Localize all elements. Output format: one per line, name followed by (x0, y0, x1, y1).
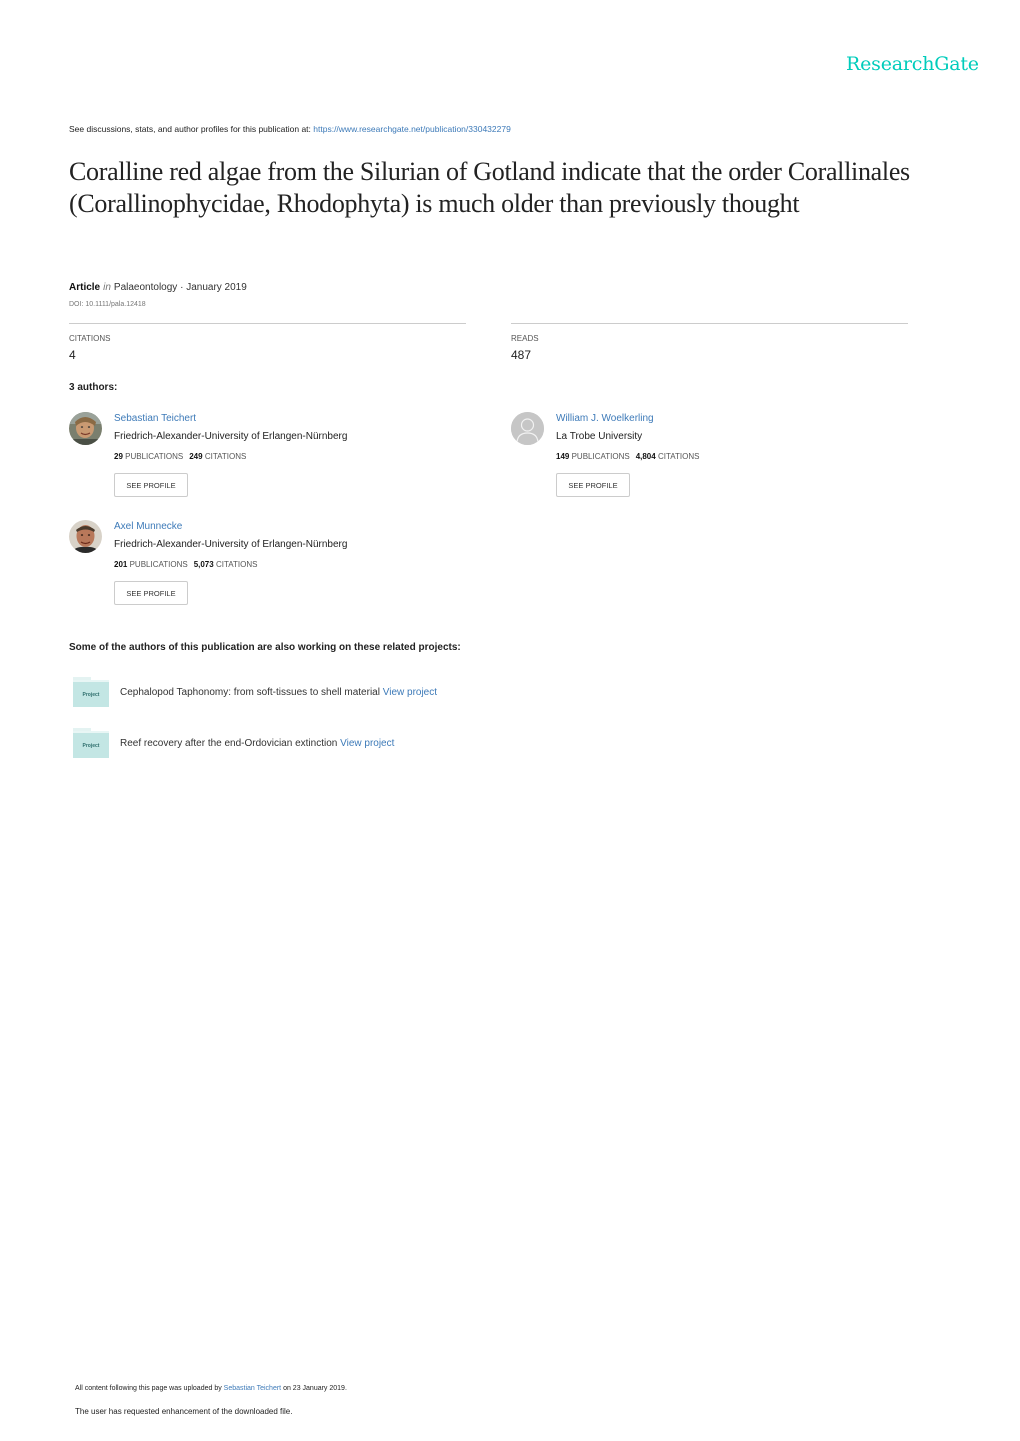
view-project-link[interactable]: View project (340, 738, 394, 749)
author-citations-count: 4,804 (635, 452, 656, 461)
reads-value: 487 (511, 348, 532, 362)
author-stats: 201 PUBLICATIONS 5,073 CITATIONS (114, 560, 257, 569)
publication-title: Coralline red algae from the Silurian of… (69, 157, 910, 218)
author-institution: Friedrich-Alexander-University of Erlang… (114, 539, 348, 550)
author-citations-label: CITATIONS (204, 452, 247, 461)
authors-heading: 3 authors: (69, 382, 118, 393)
researchgate-logo[interactable]: ResearchGate (846, 53, 979, 75)
project-title: Reef recovery after the end-Ordovician e… (120, 738, 394, 749)
upload-note: All content following this page was uplo… (75, 1385, 347, 1392)
see-profile-button[interactable]: SEE PROFILE (114, 473, 188, 497)
author-publications-count: 149 (556, 452, 570, 461)
enhancement-note: The user has requested enhancement of th… (75, 1407, 293, 1416)
see-profile-button[interactable]: SEE PROFILE (114, 581, 188, 605)
citations-value: 4 (69, 348, 76, 362)
project-folder-icon: Project (73, 728, 109, 758)
project-icon-label: Project (73, 680, 109, 707)
author-publications-label: PUBLICATIONS (125, 452, 184, 461)
upload-suffix: on 23 January 2019. (281, 1385, 347, 1392)
uploader-link[interactable]: Sebastian Teichert (224, 1385, 281, 1392)
author-publications-label: PUBLICATIONS (571, 452, 630, 461)
journal-date: Palaeontology · January 2019 (113, 282, 247, 293)
citations-divider (69, 323, 466, 324)
author-citations-label: CITATIONS (657, 452, 700, 461)
author-avatar[interactable] (69, 412, 102, 445)
publication-url-link[interactable]: https://www.researchgate.net/publication… (313, 124, 511, 134)
author-institution: La Trobe University (556, 431, 643, 442)
author-citations-label: CITATIONS (215, 560, 258, 569)
user-placeholder-icon (511, 412, 544, 445)
project-title: Cephalopod Taphonomy: from soft-tissues … (120, 687, 437, 698)
author-name-link[interactable]: Sebastian Teichert (114, 413, 196, 424)
author-name-link[interactable]: Axel Munnecke (114, 521, 182, 532)
intro-line: See discussions, stats, and author profi… (69, 124, 511, 134)
author-stats: 149 PUBLICATIONS 4,804 CITATIONS (556, 452, 699, 461)
project-title-text: Reef recovery after the end-Ordovician e… (120, 738, 341, 749)
reads-label: READS (511, 334, 539, 343)
publication-meta: Article in Palaeontology · January 2019 (69, 282, 247, 293)
publication-doi: DOI: 10.1111/pala.12418 (69, 301, 146, 308)
project-title-text: Cephalopod Taphonomy: from soft-tissues … (120, 687, 383, 698)
see-profile-button[interactable]: SEE PROFILE (556, 473, 630, 497)
author-card: William J. Woelkerling La Trobe Universi… (511, 412, 931, 507)
project-item: Project Reef recovery after the end-Ordo… (73, 728, 573, 760)
intro-text: See discussions, stats, and author profi… (69, 124, 314, 134)
author-stats: 29 PUBLICATIONS 249 CITATIONS (114, 452, 246, 461)
related-projects-heading: Some of the authors of this publication … (69, 642, 461, 653)
project-folder-icon: Project (73, 677, 109, 707)
author-avatar[interactable] (511, 412, 544, 445)
author-citations-count: 5,073 (193, 560, 214, 569)
author-publications-count: 29 (114, 452, 123, 461)
author-name-link[interactable]: William J. Woelkerling (556, 413, 654, 424)
reads-divider (511, 323, 908, 324)
author-photo-icon (69, 520, 102, 553)
author-card: Axel Munnecke Friedrich-Alexander-Univer… (69, 520, 489, 615)
project-item: Project Cephalopod Taphonomy: from soft-… (73, 677, 573, 709)
upload-prefix: All content following this page was uplo… (75, 1385, 224, 1392)
view-project-link[interactable]: View project (383, 687, 437, 698)
author-card: Sebastian Teichert Friedrich-Alexander-U… (69, 412, 489, 507)
author-citations-count: 249 (189, 452, 203, 461)
author-publications-count: 201 (114, 560, 128, 569)
in-word: in (103, 282, 111, 293)
publication-type: Article (69, 282, 101, 293)
author-publications-label: PUBLICATIONS (129, 560, 188, 569)
citations-label: CITATIONS (69, 334, 111, 343)
author-avatar[interactable] (69, 520, 102, 553)
author-photo-icon (69, 412, 102, 445)
project-icon-label: Project (73, 731, 109, 758)
author-institution: Friedrich-Alexander-University of Erlang… (114, 431, 348, 442)
